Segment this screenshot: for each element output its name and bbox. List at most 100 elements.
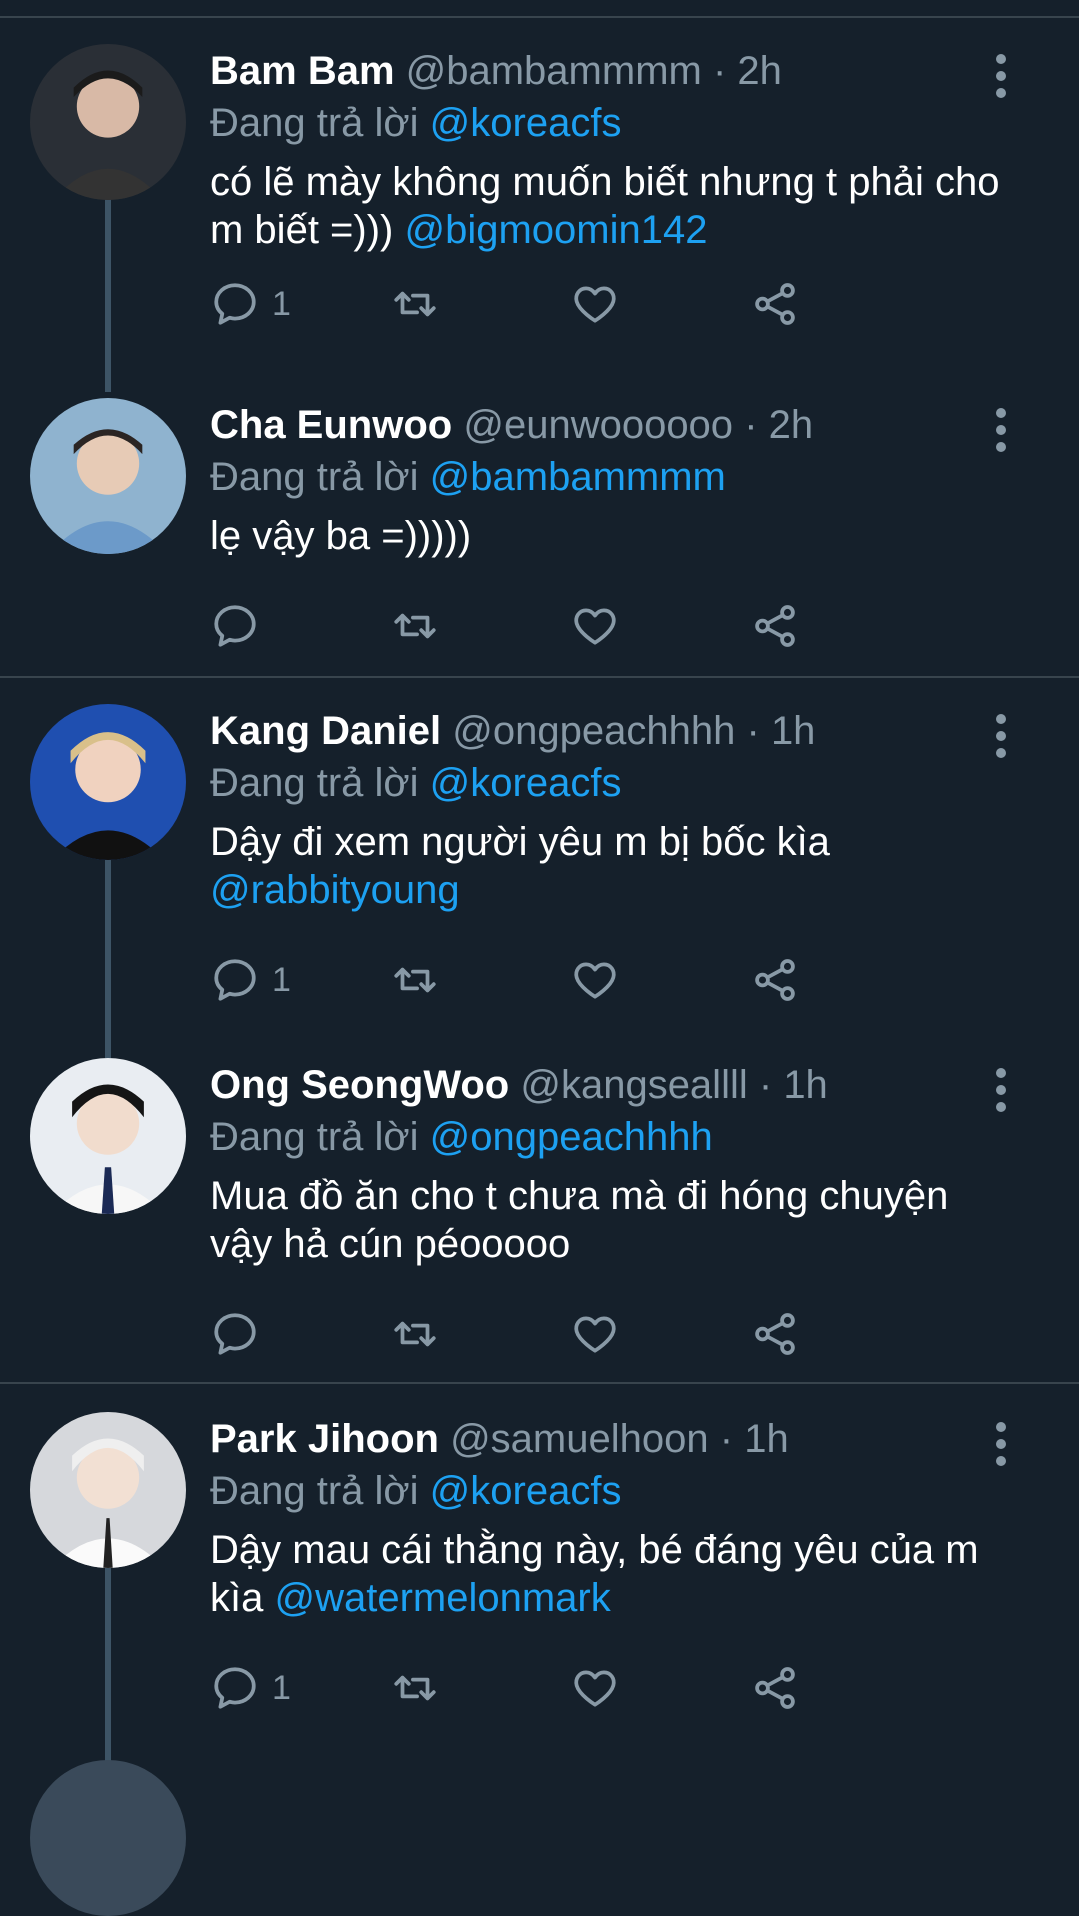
share-icon: [755, 1667, 795, 1709]
reply-icon: [214, 283, 256, 325]
reply-to-mention[interactable]: @koreacfs: [430, 761, 622, 805]
more-vertical-icon[interactable]: [991, 54, 1011, 98]
tweet-text: Dậy mau cái thằng này, bé đáng yêu của m…: [210, 1526, 1010, 1622]
reply-to-mention[interactable]: @bambammmm: [430, 455, 726, 499]
share-button[interactable]: [750, 950, 800, 1010]
share-button[interactable]: [750, 596, 800, 656]
reply-button[interactable]: 1: [210, 950, 291, 1010]
divider: [0, 16, 1079, 18]
timestamp[interactable]: 2h: [737, 49, 782, 93]
thread-line: [105, 860, 111, 1058]
retweet-button[interactable]: [390, 274, 440, 334]
more-vertical-icon[interactable]: [991, 1422, 1011, 1466]
reply-timeline: Bam Bam @bambammmm · 2h Đang trả lời @ko…: [0, 0, 1079, 1916]
heart-icon: [574, 286, 616, 323]
tweet-mention[interactable]: @rabbityoung: [210, 868, 460, 912]
divider: [0, 1382, 1079, 1384]
reply-icon: [214, 1313, 256, 1355]
reply-to-mention[interactable]: @koreacfs: [430, 101, 622, 145]
tweet-mention[interactable]: @watermelonmark: [274, 1576, 610, 1620]
retweet-icon: [394, 967, 436, 993]
tweet-text: Mua đồ ăn cho t chưa mà đi hóng chuyện v…: [210, 1172, 1010, 1268]
reply-button[interactable]: 1: [210, 274, 291, 334]
user-handle[interactable]: @eunwoooooo: [463, 403, 733, 447]
tweet-body: lẹ vậy ba =))))): [210, 514, 472, 558]
display-name[interactable]: Bam Bam: [210, 49, 395, 93]
retweet-icon: [394, 613, 436, 639]
retweet-icon: [394, 291, 436, 317]
share-icon: [755, 959, 795, 1001]
tweet-actions: 1: [210, 274, 910, 334]
tweet-actions: 1: [210, 1658, 910, 1718]
thread-line: [105, 196, 111, 392]
display-name[interactable]: Kang Daniel: [210, 709, 441, 753]
tweet-actions: 1: [210, 950, 910, 1010]
more-vertical-icon[interactable]: [991, 408, 1011, 452]
reply-prefix: Đang trả lời: [210, 101, 419, 145]
tweet-mention[interactable]: @bigmoomin142: [404, 208, 707, 252]
tweet-body: Mua đồ ăn cho t chưa mà đi hóng chuyện v…: [210, 1174, 949, 1266]
display-name[interactable]: Park Jihoon: [210, 1417, 439, 1461]
display-name[interactable]: Ong SeongWoo: [210, 1063, 509, 1107]
reply-icon: [214, 959, 256, 1001]
reply-to-mention[interactable]: @ongpeachhhh: [430, 1115, 713, 1159]
user-handle[interactable]: @kangseallll: [520, 1063, 747, 1107]
retweet-button[interactable]: [390, 596, 440, 656]
avatar[interactable]: [30, 1412, 186, 1568]
heart-icon: [574, 608, 616, 645]
reply-count: 1: [272, 284, 291, 323]
reply-count: 1: [272, 1668, 291, 1707]
display-name[interactable]: Cha Eunwoo: [210, 403, 452, 447]
more-vertical-icon[interactable]: [991, 714, 1011, 758]
timestamp[interactable]: 1h: [744, 1417, 789, 1461]
reply-icon: [214, 1667, 256, 1709]
retweet-button[interactable]: [390, 1304, 440, 1364]
avatar[interactable]: [30, 704, 186, 860]
reply-prefix: Đang trả lời: [210, 455, 419, 499]
share-icon: [755, 605, 795, 647]
separator-dot: ·: [746, 709, 760, 753]
timestamp[interactable]: 2h: [769, 403, 814, 447]
avatar[interactable]: [30, 1760, 186, 1916]
reply-button[interactable]: [210, 1304, 260, 1364]
reply-button[interactable]: [210, 596, 260, 656]
reply-prefix: Đang trả lời: [210, 1115, 419, 1159]
retweet-button[interactable]: [390, 1658, 440, 1718]
separator-dot: ·: [744, 403, 758, 447]
tweet-actions: [210, 1304, 910, 1364]
thread-line: [105, 1568, 111, 1770]
avatar[interactable]: [30, 44, 186, 200]
reply-prefix: Đang trả lời: [210, 761, 419, 805]
user-handle[interactable]: @samuelhoon: [450, 1417, 709, 1461]
heart-icon: [574, 1316, 616, 1353]
tweet-text: Dậy đi xem người yêu m bị bốc kìa @rabbi…: [210, 818, 1010, 914]
separator-dot: ·: [712, 49, 727, 93]
divider: [0, 676, 1079, 678]
heart-icon: [574, 962, 616, 999]
reply-count: 1: [272, 960, 291, 999]
avatar[interactable]: [30, 1058, 186, 1214]
timestamp[interactable]: 1h: [771, 709, 816, 753]
timestamp[interactable]: 1h: [783, 1063, 828, 1107]
tweet-body: Dậy đi xem người yêu m bị bốc kìa: [210, 820, 830, 864]
tweet-actions: [210, 596, 910, 656]
more-vertical-icon[interactable]: [991, 1068, 1011, 1112]
share-button[interactable]: [750, 274, 800, 334]
tweet-text: lẹ vậy ba =))))): [210, 512, 1010, 560]
reply-to-mention[interactable]: @koreacfs: [430, 1469, 622, 1513]
like-button[interactable]: [570, 950, 620, 1010]
user-handle[interactable]: @ongpeachhhh: [452, 709, 735, 753]
retweet-button[interactable]: [390, 950, 440, 1010]
like-button[interactable]: [570, 596, 620, 656]
like-button[interactable]: [570, 1658, 620, 1718]
like-button[interactable]: [570, 1304, 620, 1364]
like-button[interactable]: [570, 274, 620, 334]
share-icon: [755, 283, 795, 325]
share-button[interactable]: [750, 1658, 800, 1718]
user-handle[interactable]: @bambammmm: [406, 49, 702, 93]
retweet-icon: [394, 1321, 436, 1347]
reply-button[interactable]: 1: [210, 1658, 291, 1718]
share-button[interactable]: [750, 1304, 800, 1364]
avatar[interactable]: [30, 398, 186, 554]
share-icon: [755, 1313, 795, 1355]
